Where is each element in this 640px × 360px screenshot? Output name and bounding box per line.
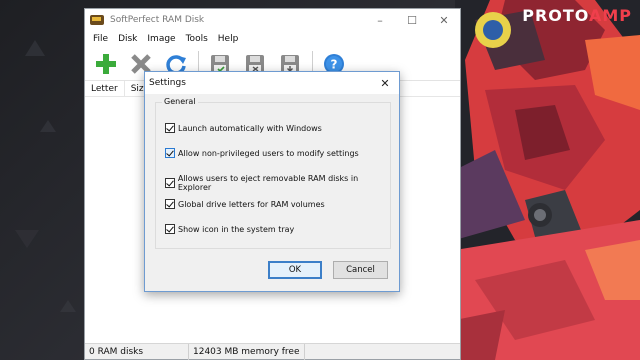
option-label: Global drive letters for RAM volumes xyxy=(178,199,325,209)
ok-button[interactable]: OK xyxy=(268,261,322,279)
window-titlebar[interactable]: SoftPerfect RAM Disk – ☐ ✕ xyxy=(85,9,460,31)
protoamp-logo: PROTOAMP xyxy=(522,6,632,25)
option-allow-eject[interactable]: Allows users to eject removable RAM disk… xyxy=(165,174,390,192)
status-bar: 0 RAM disks mounted 12403 MB memory free xyxy=(85,343,460,360)
option-allow-non-privileged[interactable]: Allow non-privileged users to modify set… xyxy=(165,148,359,158)
menu-image[interactable]: Image xyxy=(142,34,180,44)
minimize-button[interactable]: – xyxy=(364,9,396,31)
general-group: General Launch automatically with Window… xyxy=(155,97,391,249)
option-label: Show icon in the system tray xyxy=(178,224,295,234)
option-global-drive-letters[interactable]: Global drive letters for RAM volumes xyxy=(165,199,325,209)
dialog-close-button[interactable]: ✕ xyxy=(371,77,399,90)
svg-text:?: ? xyxy=(331,57,338,71)
add-icon xyxy=(96,53,116,74)
checkbox[interactable] xyxy=(165,199,175,209)
option-label: Allows users to eject removable RAM disk… xyxy=(177,174,359,192)
dialog-title: Settings xyxy=(149,78,186,88)
window-title: SoftPerfect RAM Disk xyxy=(110,15,205,25)
column-letter[interactable]: Letter xyxy=(85,80,125,97)
dialog-titlebar[interactable]: Settings ✕ xyxy=(145,72,399,94)
wallpaper-artwork xyxy=(455,0,640,360)
option-tray-icon[interactable]: Show icon in the system tray xyxy=(165,224,294,234)
group-label: General xyxy=(162,97,198,106)
maximize-button[interactable]: ☐ xyxy=(396,9,428,31)
checkbox[interactable] xyxy=(165,148,175,158)
settings-dialog: Settings ✕ General Launch automatically … xyxy=(144,71,400,292)
checkbox[interactable] xyxy=(165,178,175,188)
option-label: Allow non-privileged users to modify set… xyxy=(178,148,359,158)
menu-tools[interactable]: Tools xyxy=(181,34,213,44)
menu-bar: File Disk Image Tools Help xyxy=(85,31,460,47)
option-label: Launch automatically with Windows xyxy=(178,123,322,133)
ram-disk-app-icon xyxy=(90,15,104,25)
status-memory-free: 12403 MB memory free xyxy=(189,343,305,360)
menu-disk[interactable]: Disk xyxy=(113,34,142,44)
checkbox[interactable] xyxy=(165,123,175,133)
add-disk-button[interactable] xyxy=(91,49,121,79)
close-button[interactable]: ✕ xyxy=(428,9,460,31)
status-disks-mounted: 0 RAM disks mounted xyxy=(85,343,189,360)
checkbox[interactable] xyxy=(165,224,175,234)
option-launch-automatically[interactable]: Launch automatically with Windows xyxy=(165,123,322,133)
menu-help[interactable]: Help xyxy=(213,34,244,44)
menu-file[interactable]: File xyxy=(88,34,113,44)
cancel-button[interactable]: Cancel xyxy=(333,261,388,279)
